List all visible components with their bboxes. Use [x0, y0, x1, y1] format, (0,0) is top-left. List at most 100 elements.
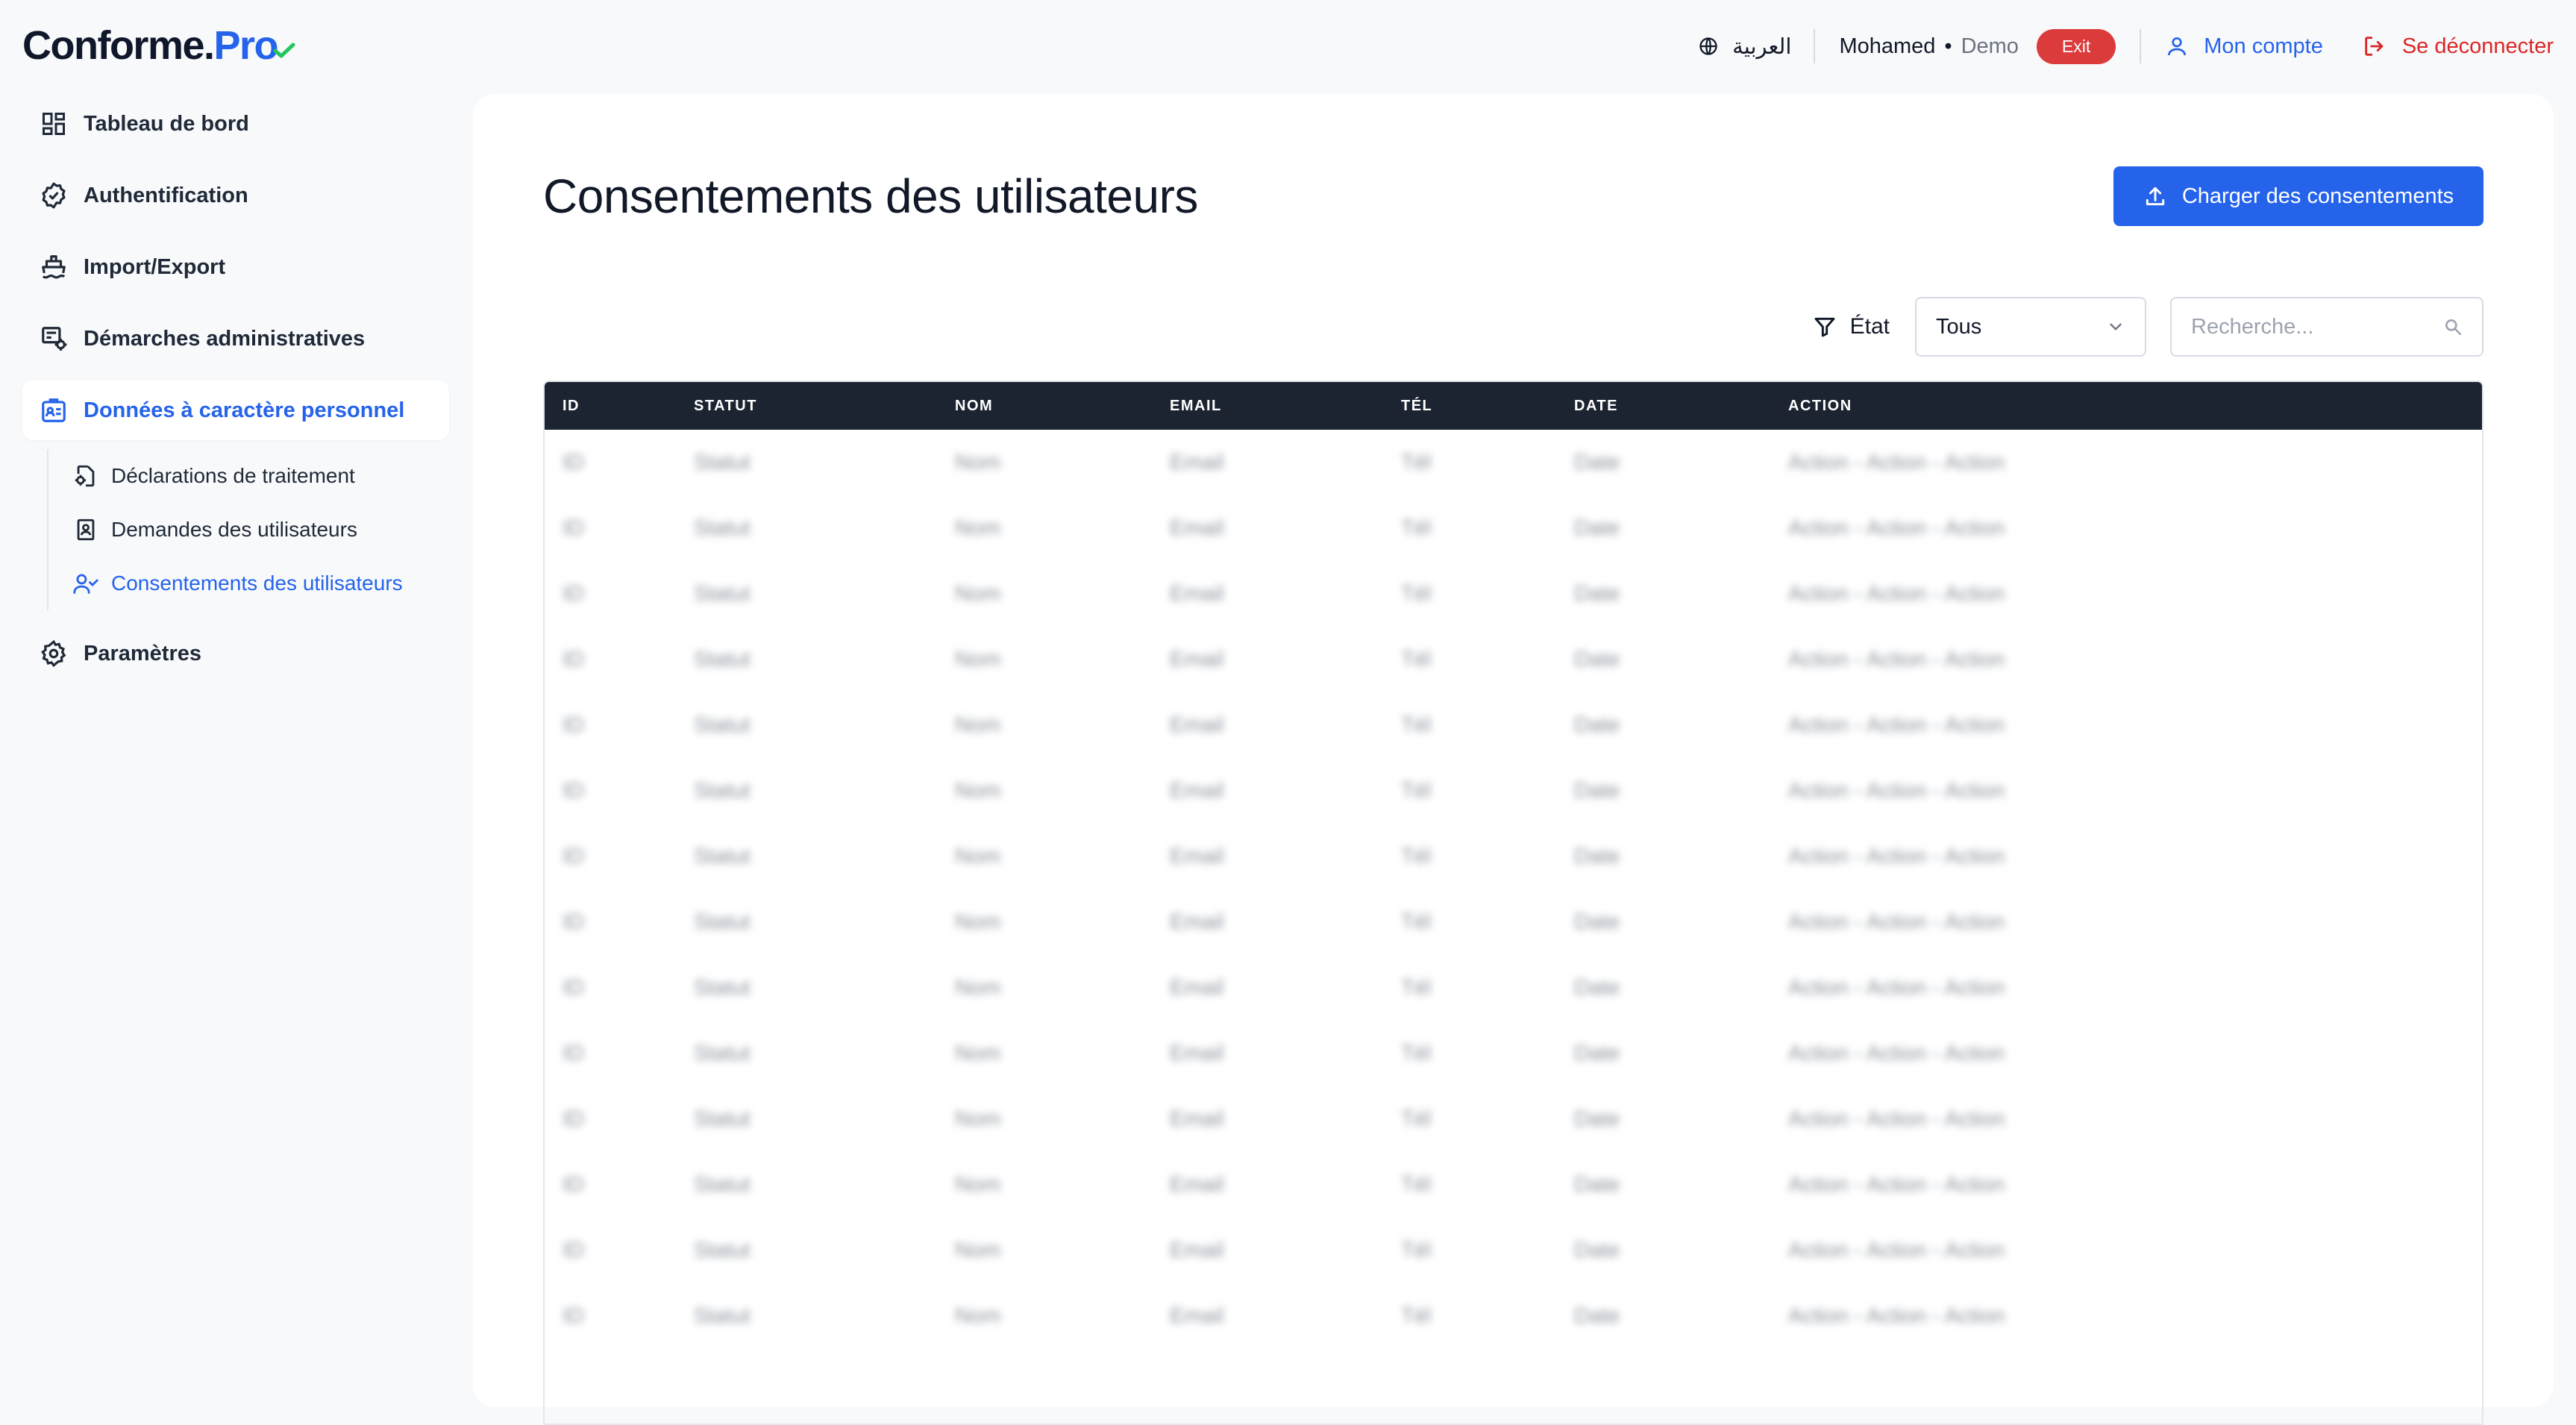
table-row[interactable]: ID Statut Nom Email Tél Date Action - Action -… — [545, 1021, 2482, 1086]
cell-actions[interactable]: Action - Action - Action — [1788, 495, 2482, 561]
cell-status: Statut — [694, 889, 955, 955]
cell-email: Email — [1170, 561, 1401, 627]
cell-status-text: Statut — [694, 1303, 750, 1328]
cell-name-text: Nom — [955, 1041, 1001, 1065]
account-label: Mon compte — [2204, 34, 2323, 58]
table-row[interactable]: ID Statut Nom Email Tél Date Action - Action -… — [545, 627, 2482, 692]
cell-email: Email — [1170, 824, 1401, 889]
table-row[interactable]: ID Statut Nom Email Tél Date Action - Action -… — [545, 1218, 2482, 1283]
cell-actions[interactable]: Action - Action - Action — [1788, 1021, 2482, 1086]
cell-actions-text: Action - Action - Action — [1788, 1303, 2005, 1328]
dashboard-icon — [37, 107, 70, 140]
cell-actions[interactable]: Action - Action - Action — [1788, 430, 2482, 495]
cell-name-text: Nom — [955, 581, 1001, 606]
table-row[interactable]: ID Statut Nom Email Tél Date Action - Action -… — [545, 561, 2482, 627]
cell-email: Email — [1170, 1218, 1401, 1283]
cell-name-text: Nom — [955, 844, 1001, 868]
cell-phone: Tél — [1401, 1021, 1574, 1086]
sidebar-item-import-export[interactable]: Import/Export — [22, 237, 449, 297]
sidebar-item-label: Démarches administratives — [84, 326, 366, 351]
cell-email-text: Email — [1170, 581, 1224, 606]
cell-actions[interactable]: Action - Action - Action — [1788, 627, 2482, 692]
sidebar-item-label: Import/Export — [84, 254, 226, 279]
cell-actions[interactable]: Action - Action - Action — [1788, 1086, 2482, 1152]
user-icon — [2168, 37, 2187, 56]
cell-actions[interactable]: Action - Action - Action — [1788, 955, 2482, 1021]
cell-email-text: Email — [1170, 647, 1224, 671]
cell-status: Statut — [694, 955, 955, 1021]
brand-name-main: Conforme. — [22, 23, 215, 68]
upload-consents-button[interactable]: Charger des consentements — [2113, 166, 2483, 226]
logout-icon — [2365, 37, 2384, 56]
cell-id-text: ID — [562, 1303, 584, 1328]
column-header-name[interactable]: NOM — [955, 382, 1170, 430]
cell-date: Date — [1574, 1021, 1788, 1086]
cell-actions[interactable]: Action - Action - Action — [1788, 692, 2482, 758]
account-link[interactable]: Mon compte — [2165, 34, 2323, 59]
cell-phone: Tél — [1401, 495, 1574, 561]
search-input[interactable] — [2191, 314, 2430, 339]
sidebar-item-settings[interactable]: Paramètres — [22, 624, 449, 683]
table-row[interactable]: ID Statut Nom Email Tél Date Action - Action -… — [545, 955, 2482, 1021]
table-row[interactable]: ID Statut Nom Email Tél Date Action - Action -… — [545, 1152, 2482, 1218]
column-header-email[interactable]: EMAIL — [1170, 382, 1401, 430]
table-row[interactable]: ID Statut Nom Email Tél Date Action - Action -… — [545, 692, 2482, 758]
cell-status: Statut — [694, 1086, 955, 1152]
table-row[interactable]: ID Statut Nom Email Tél Date Action - Action -… — [545, 758, 2482, 824]
cell-actions[interactable]: Action - Action - Action — [1788, 1218, 2482, 1283]
sidebar-item-dashboard[interactable]: Tableau de bord — [22, 94, 449, 154]
cell-actions[interactable]: Action - Action - Action — [1788, 561, 2482, 627]
cell-id: ID — [545, 824, 694, 889]
user-file-icon — [71, 515, 101, 545]
column-header-phone[interactable]: TÉL — [1401, 382, 1574, 430]
logout-link[interactable]: Se déconnecter — [2362, 34, 2554, 59]
cell-actions[interactable]: Action - Action - Action — [1788, 1152, 2482, 1218]
cell-id-text: ID — [562, 1106, 584, 1131]
cell-status: Statut — [694, 627, 955, 692]
sidebar-subitem-user-requests[interactable]: Demandes des utilisateurs — [71, 503, 449, 557]
table-row[interactable]: ID Statut Nom Email Tél Date Action - Action -… — [545, 824, 2482, 889]
cell-actions[interactable]: Action - Action - Action — [1788, 1283, 2482, 1349]
cell-id-text: ID — [562, 450, 584, 475]
cell-phone-text: Tél — [1401, 647, 1432, 671]
column-header-date[interactable]: DATE — [1574, 382, 1788, 430]
column-header-id[interactable]: ID — [545, 382, 694, 430]
sidebar-item-authentication[interactable]: Authentification — [22, 166, 449, 225]
search-icon[interactable] — [2443, 317, 2463, 336]
cell-date-text: Date — [1574, 1041, 1620, 1065]
column-header-action[interactable]: ACTION — [1788, 382, 2482, 430]
cell-id: ID — [545, 1218, 694, 1283]
gear-icon — [37, 637, 70, 670]
sidebar-item-personal-data[interactable]: Données à caractère personnel — [22, 380, 449, 440]
table-row[interactable]: ID Statut Nom Email Tél Date Action - Action -… — [545, 889, 2482, 955]
table-row[interactable]: ID Statut Nom Email Tél Date Action - Action -… — [545, 1086, 2482, 1152]
cell-status-text: Statut — [694, 1172, 750, 1197]
cell-actions[interactable]: Action - Action - Action — [1788, 889, 2482, 955]
column-header-status[interactable]: STATUT — [694, 382, 955, 430]
cell-name: Nom — [955, 561, 1170, 627]
sidebar-subitem-user-consents[interactable]: Consentements des utilisateurs — [71, 557, 449, 610]
cell-phone: Tél — [1401, 430, 1574, 495]
table-row[interactable]: ID Statut Nom Email Tél Date Action - Action -… — [545, 495, 2482, 561]
cell-name-text: Nom — [955, 778, 1001, 803]
cell-date: Date — [1574, 1218, 1788, 1283]
cell-id-text: ID — [562, 712, 584, 737]
cell-email: Email — [1170, 1086, 1401, 1152]
language-switcher[interactable]: العربية — [1698, 34, 1814, 60]
cell-actions[interactable]: Action - Action - Action — [1788, 824, 2482, 889]
cell-name: Nom — [955, 1086, 1170, 1152]
cell-name-text: Nom — [955, 909, 1001, 934]
cell-email: Email — [1170, 627, 1401, 692]
table-row[interactable]: ID Statut Nom Email Tél Date Action - Action -… — [545, 430, 2482, 495]
cell-email-text: Email — [1170, 1172, 1224, 1197]
brand-logo[interactable]: Conforme. Pro — [22, 22, 295, 69]
sidebar-item-admin-procedures[interactable]: Démarches administratives — [22, 309, 449, 369]
sidebar-subitem-processing-declarations[interactable]: Déclarations de traitement — [71, 449, 449, 503]
exit-button[interactable]: Exit — [2036, 28, 2116, 64]
cell-id: ID — [545, 1021, 694, 1086]
cell-phone-text: Tél — [1401, 516, 1432, 540]
cell-actions[interactable]: Action - Action - Action — [1788, 758, 2482, 824]
table-row[interactable]: ID Statut Nom Email Tél Date Action - Action -… — [545, 1283, 2482, 1349]
state-select[interactable]: Tous — [1915, 297, 2146, 357]
cell-name: Nom — [955, 1021, 1170, 1086]
